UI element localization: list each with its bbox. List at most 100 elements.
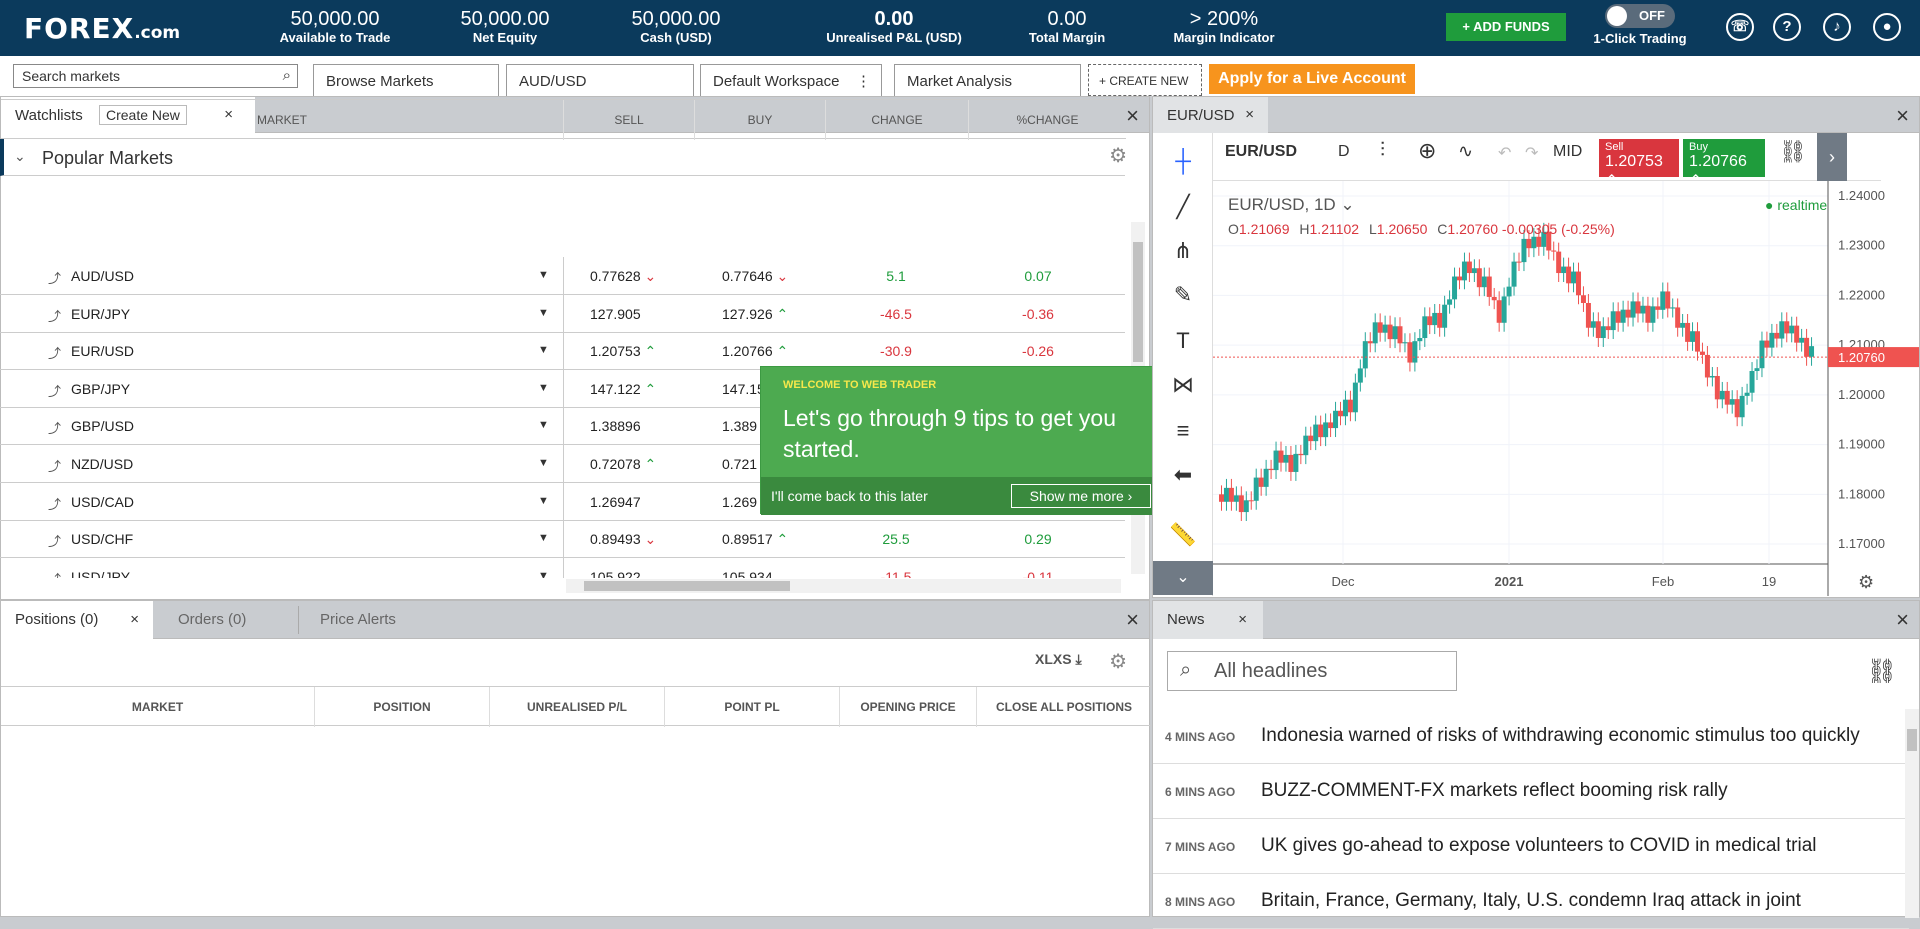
chart-line-icon[interactable]: ⤴	[48, 381, 61, 400]
table-row[interactable]: ⤴ EUR/USD ▼ 1.20753 ⌃ 1.20766 ⌃ -30.9 -0.26	[0, 332, 1125, 371]
col-point-pl[interactable]: POINT PL	[665, 687, 840, 727]
sell-price[interactable]: 147.122 ⌃	[590, 381, 656, 398]
bell-icon[interactable]: ♪	[1823, 13, 1851, 41]
chevron-down-icon[interactable]: ▼	[538, 269, 549, 281]
buy-price[interactable]: 1.389	[722, 418, 757, 434]
buy-price[interactable]: 147.15	[722, 381, 765, 397]
add-funds-button[interactable]: + ADD FUNDS	[1446, 13, 1566, 41]
news-item[interactable]: 6 MINS AGO BUZZ-COMMENT-FX markets reflec…	[1153, 764, 1909, 819]
export-xlxs-button[interactable]: XLXS ⤓	[1035, 651, 1082, 668]
watchlist-horizontal-scrollbar[interactable]	[566, 579, 1121, 593]
chart-line-icon[interactable]: ⤴	[48, 569, 61, 578]
buy-price[interactable]: 0.721	[722, 456, 757, 472]
table-row[interactable]: ⤴ USD/JPY ▼ 105.922 105.934 -11.5 -0.11	[0, 557, 1125, 578]
sell-price[interactable]: 0.77628 ⌄	[590, 268, 656, 285]
indicators-icon[interactable]: ∿	[1458, 141, 1473, 162]
table-row[interactable]: ⤴ EUR/JPY ▼ 127.905 127.926 ⌃ -46.5 -0.36	[0, 294, 1125, 333]
close-panel-icon[interactable]: ×	[1896, 103, 1909, 129]
sell-price[interactable]: 0.89493 ⌄	[590, 531, 656, 548]
chart-line-icon[interactable]: ⤴	[48, 418, 61, 437]
chevron-down-icon[interactable]: ▼	[538, 307, 549, 319]
tab-price-alerts[interactable]: Price Alerts	[306, 601, 410, 637]
ruler-icon[interactable]: 📏	[1169, 521, 1197, 549]
create-new-workspace-button[interactable]: + CREATE NEW	[1088, 64, 1202, 96]
close-icon[interactable]: ×	[1245, 106, 1254, 123]
collapse-tools-icon[interactable]: ⌄	[1153, 561, 1213, 595]
expand-right-icon[interactable]: ›	[1817, 133, 1847, 181]
tab-browse-markets[interactable]: Browse Markets	[313, 64, 499, 96]
col-change[interactable]: CHANGE	[826, 100, 969, 140]
chart-sell-button[interactable]: Sell1.20753 ⌃	[1599, 139, 1679, 190]
buy-price[interactable]: 127.926 ⌃	[722, 306, 788, 323]
come-back-later-link[interactable]: I'll come back to this later	[771, 488, 928, 504]
col-opening-price[interactable]: OPENING PRICE	[840, 687, 977, 727]
pitchfork-icon[interactable]: ⋔	[1169, 237, 1197, 265]
chart-buy-button[interactable]: Buy1.20766 ⌃	[1683, 139, 1765, 190]
pattern-icon[interactable]: ⋈	[1169, 371, 1197, 399]
price-chart[interactable]: 1.240001.230001.220001.210001.200001.190…	[1213, 181, 1919, 596]
text-tool-icon[interactable]: T	[1169, 327, 1197, 355]
sell-price[interactable]: 105.922	[590, 569, 641, 578]
add-compare-icon[interactable]: ⊕	[1418, 138, 1436, 164]
sell-price[interactable]: 0.72078 ⌃	[590, 456, 656, 473]
tab-aud-usd[interactable]: AUD/USD	[506, 64, 694, 96]
chart-line-icon[interactable]: ⤴	[48, 343, 61, 362]
forex-logo[interactable]: FOREX.com	[24, 12, 180, 45]
trend-line-icon[interactable]: ╱	[1169, 193, 1197, 221]
one-click-toggle[interactable]: OFF	[1605, 4, 1675, 28]
buy-price[interactable]: 1.269	[722, 494, 757, 510]
sell-price[interactable]: 127.905	[590, 306, 641, 322]
chart-legend-title[interactable]: EUR/USD, 1D ⌄	[1228, 195, 1355, 215]
chevron-down-icon[interactable]: ▼	[538, 419, 549, 431]
col-market[interactable]: MARKET	[1, 687, 315, 727]
chevron-down-icon[interactable]: ▼	[538, 570, 549, 578]
apply-live-account-button[interactable]: Apply for a Live Account	[1209, 64, 1415, 94]
link-icon[interactable]: ⛓	[1867, 657, 1897, 686]
link-icon[interactable]: ⛓	[1779, 139, 1807, 165]
news-item[interactable]: 4 MINS AGO Indonesia warned of risks of w…	[1153, 709, 1909, 764]
help-icon[interactable]: ?	[1773, 13, 1801, 41]
group-popular-markets[interactable]: ⌄ Popular Markets	[0, 139, 1125, 176]
sell-price[interactable]: 1.26947	[590, 494, 641, 510]
chevron-down-icon[interactable]: ▼	[538, 495, 549, 507]
close-icon[interactable]: ×	[130, 611, 139, 628]
chevron-down-icon[interactable]: ▼	[538, 344, 549, 356]
search-markets-input[interactable]: Search markets ⌕	[13, 64, 298, 88]
tab-news[interactable]: News ×	[1153, 601, 1263, 639]
close-panel-icon[interactable]: ×	[1126, 103, 1139, 129]
news-scrollbar[interactable]	[1905, 709, 1919, 918]
buy-price[interactable]: 0.77646 ⌄	[722, 268, 788, 285]
col-buy[interactable]: BUY	[695, 100, 826, 140]
table-row[interactable]: ⤴ USD/CHF ▼ 0.89493 ⌄ 0.89517 ⌃ 25.5 0.29	[0, 520, 1125, 559]
sell-price[interactable]: 1.20753 ⌃	[590, 343, 656, 360]
chart-line-icon[interactable]: ⤴	[48, 456, 61, 475]
table-row[interactable]: ⤴ AUD/USD ▼ 0.77628 ⌄ 0.77646 ⌄ 5.1 0.07	[0, 257, 1125, 295]
buy-price[interactable]: 1.20766 ⌃	[722, 343, 788, 360]
chevron-down-icon[interactable]: ▼	[538, 457, 549, 469]
close-all-positions-button[interactable]: CLOSE ALL POSITIONS	[977, 687, 1151, 727]
sell-price[interactable]: 1.38896	[590, 418, 641, 434]
show-me-more-button[interactable]: Show me more ›	[1011, 484, 1151, 508]
tab-default-workspace[interactable]: Default Workspace ⋮	[700, 64, 882, 96]
crosshair-icon[interactable]: ┼	[1169, 147, 1197, 175]
close-icon[interactable]: ×	[1238, 611, 1247, 628]
arrow-left-icon[interactable]: ⬅	[1169, 461, 1197, 489]
candles-icon[interactable]: ⫶	[1380, 139, 1385, 162]
chart-line-icon[interactable]: ⤴	[48, 268, 61, 287]
chart-line-icon[interactable]: ⤴	[48, 494, 61, 513]
chart-line-icon[interactable]: ⤴	[48, 306, 61, 325]
chevron-down-icon[interactable]: ▼	[538, 382, 549, 394]
tab-positions[interactable]: Positions (0) ×	[1, 601, 153, 639]
measure-levels-icon[interactable]: ≡	[1169, 417, 1197, 445]
phone-icon[interactable]: ☏	[1726, 13, 1754, 41]
tab-orders[interactable]: Orders (0)	[164, 606, 299, 634]
close-panel-icon[interactable]: ×	[1126, 607, 1139, 633]
more-vertical-icon[interactable]: ⋮	[856, 72, 871, 90]
col-unrealised-pl[interactable]: UNREALISED P/L	[490, 687, 665, 727]
chart-symbol[interactable]: EUR/USD	[1225, 143, 1297, 161]
col-sell[interactable]: SELL	[564, 100, 695, 140]
undo-icon[interactable]: ↶	[1498, 143, 1511, 163]
settings-gear-icon[interactable]: ⚙	[1109, 649, 1127, 674]
col-market[interactable]: MARKET	[1, 100, 564, 140]
news-search-input[interactable]: ⌕ All headlines	[1167, 651, 1457, 691]
